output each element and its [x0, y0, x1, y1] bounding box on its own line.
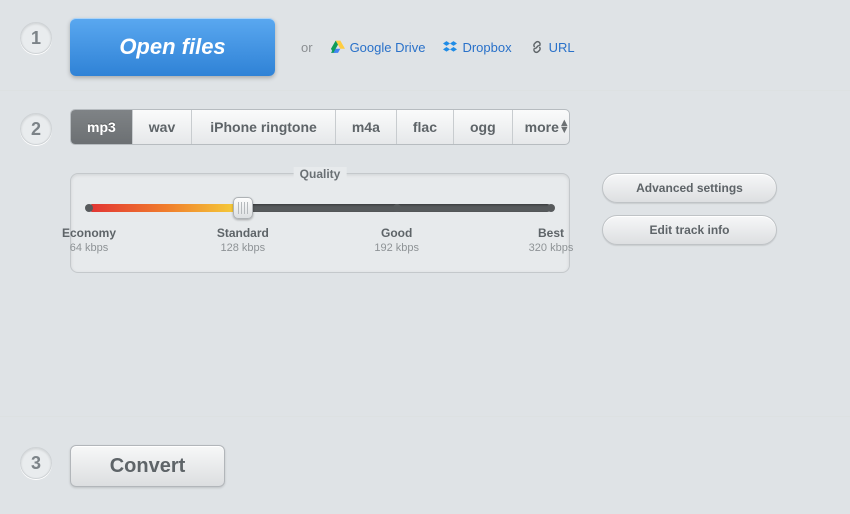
dropbox-icon: [443, 40, 457, 54]
quality-stop-rate: 128 kbps: [213, 242, 273, 254]
advanced-settings-button[interactable]: Advanced settings: [602, 173, 777, 203]
open-files-button[interactable]: Open files: [70, 18, 275, 76]
quality-stop-name: Best: [521, 226, 581, 240]
source-dropbox[interactable]: Dropbox: [443, 40, 511, 55]
quality-slider-track[interactable]: [89, 204, 551, 212]
tab-ogg[interactable]: ogg: [454, 110, 513, 144]
format-tabs: mp3 wav iPhone ringtone m4a flac ogg mor…: [70, 109, 570, 145]
quality-stop-rate: 64 kbps: [59, 242, 119, 254]
convert-button[interactable]: Convert: [70, 445, 225, 487]
edit-track-info-button[interactable]: Edit track info: [602, 215, 777, 245]
updown-icon: ▲▼: [559, 120, 570, 134]
step-2-badge: 2: [20, 113, 52, 145]
step-1-section: 1 Open files or Google Drive Dropbox URL: [0, 0, 850, 90]
or-label: or: [301, 40, 313, 55]
quality-stop-name: Good: [367, 226, 427, 240]
link-icon: [530, 40, 544, 54]
quality-stop-label: Standard 128 kbps: [213, 226, 273, 254]
tab-wav[interactable]: wav: [133, 110, 192, 144]
tab-more-label: more: [525, 119, 559, 135]
quality-stop-label: Economy 64 kbps: [59, 226, 119, 254]
quality-stop-dot[interactable]: [547, 204, 555, 212]
quality-slider-thumb[interactable]: [233, 197, 253, 219]
tab-mp3[interactable]: mp3: [71, 110, 133, 144]
quality-slider-fill: [89, 204, 243, 212]
quality-stop-rate: 320 kbps: [521, 242, 581, 254]
tab-m4a[interactable]: m4a: [336, 110, 397, 144]
step-3-section: 3 Convert: [0, 417, 850, 513]
quality-stop-name: Standard: [213, 226, 273, 240]
google-drive-icon: [331, 40, 345, 54]
tab-flac[interactable]: flac: [397, 110, 454, 144]
source-url[interactable]: URL: [530, 40, 575, 55]
quality-stop-dot[interactable]: [85, 204, 93, 212]
tab-more[interactable]: more ▲▼: [513, 110, 570, 144]
quality-stop-name: Economy: [59, 226, 119, 240]
source-url-label: URL: [549, 40, 575, 55]
quality-panel: Quality Economy64 kbpsStandard128 kbpsGo…: [70, 173, 570, 273]
source-google-drive-label: Google Drive: [350, 40, 426, 55]
quality-stop-label: Good 192 kbps: [367, 226, 427, 254]
tab-iphone-ringtone[interactable]: iPhone ringtone: [192, 110, 336, 144]
quality-title: Quality: [294, 167, 347, 181]
source-dropbox-label: Dropbox: [462, 40, 511, 55]
source-google-drive[interactable]: Google Drive: [331, 40, 426, 55]
step-2-section: 2 mp3 wav iPhone ringtone m4a flac ogg m…: [0, 91, 850, 416]
step-1-badge: 1: [20, 22, 52, 54]
quality-stop-label: Best 320 kbps: [521, 226, 581, 254]
quality-stop-dot[interactable]: [393, 204, 401, 212]
quality-stop-rate: 192 kbps: [367, 242, 427, 254]
step-3-badge: 3: [20, 447, 52, 479]
